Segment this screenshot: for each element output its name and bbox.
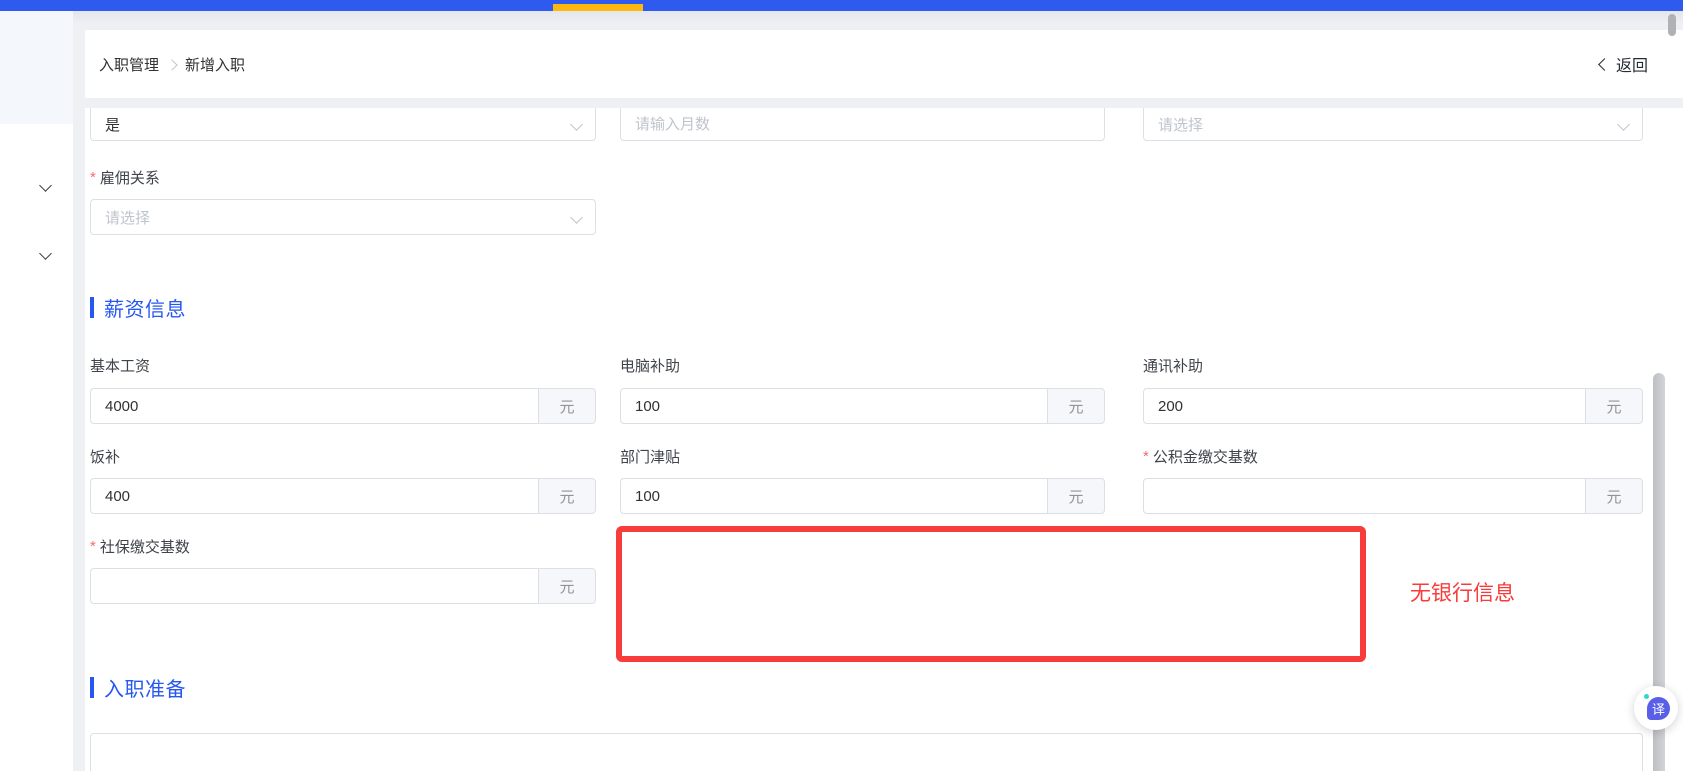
translate-glyph: 译	[1651, 702, 1665, 717]
months-input[interactable]	[620, 108, 1105, 141]
meal-subsidy-field: 元	[90, 478, 596, 514]
label-text: 通讯补助	[1143, 357, 1204, 375]
unit-addon: 元	[1585, 478, 1643, 514]
unit-addon: 元	[1047, 388, 1105, 424]
label-text: 基本工资	[90, 357, 151, 375]
housing-fund-base-label: * 公积金缴交基数	[1143, 446, 1258, 466]
select-placeholder: 请选择	[105, 209, 151, 227]
scrollbar-top-thumb[interactable]	[1668, 14, 1676, 36]
onboarding-prep-textarea[interactable]	[90, 733, 1643, 771]
translate-floating-button[interactable]: 译	[1634, 686, 1678, 730]
select-value: 是	[105, 116, 121, 134]
salary-section-title: 薪资信息	[104, 299, 186, 321]
breadcrumb-item-onboarding-management[interactable]: 入职管理	[99, 54, 159, 75]
salary-section-header: 薪资信息	[90, 293, 186, 322]
select-placeholder: 请选择	[1158, 116, 1204, 134]
breadcrumb-panel: 入职管理 新增入职 返回	[85, 30, 1683, 98]
onboarding-section-header: 入职准备	[90, 673, 186, 702]
unit-addon: 元	[538, 568, 596, 604]
department-allowance-field: 元	[620, 478, 1105, 514]
chevron-down-icon	[39, 247, 52, 260]
communication-subsidy-label: 通讯补助	[1143, 355, 1203, 375]
active-tab-indicator[interactable]	[553, 4, 643, 11]
employment-relation-label: * 雇佣关系	[90, 167, 160, 187]
base-salary-input[interactable]	[90, 388, 538, 424]
communication-subsidy-input[interactable]	[1143, 388, 1585, 424]
label-text: 电脑补助	[620, 357, 681, 375]
chevron-down-icon	[570, 210, 583, 224]
header-shadow-strip	[73, 11, 1683, 30]
section-accent-bar	[90, 677, 94, 698]
department-allowance-input[interactable]	[620, 478, 1047, 514]
required-marker: *	[90, 168, 96, 186]
employment-relation-select[interactable]: 请选择	[90, 199, 596, 235]
top-row-select-yes[interactable]: 是	[90, 108, 596, 141]
app-window: 入职管理 新增入职 返回 是 请选择 * 雇佣关系 请选择 薪资信息 基本工资	[0, 0, 1683, 771]
chevron-down-icon	[1617, 117, 1630, 131]
unit-addon: 元	[538, 388, 596, 424]
social-security-base-input[interactable]	[90, 568, 538, 604]
sidebar-top-block	[0, 11, 73, 124]
unit-addon: 元	[538, 478, 596, 514]
chevron-left-icon	[1598, 57, 1611, 71]
translate-icon: 译	[1647, 697, 1670, 720]
chevron-down-icon	[570, 117, 583, 131]
department-allowance-label: 部门津贴	[620, 446, 680, 466]
sidebar-expand-button-1[interactable]	[37, 177, 59, 199]
communication-subsidy-field: 元	[1143, 388, 1643, 424]
label-text: 饭补	[90, 448, 121, 466]
meal-subsidy-label: 饭补	[90, 446, 120, 466]
translate-dot-icon	[1644, 694, 1649, 699]
social-security-base-label: * 社保缴交基数	[90, 536, 190, 556]
top-row-select[interactable]: 请选择	[1143, 108, 1643, 141]
label-text: 雇佣关系	[99, 169, 160, 187]
social-security-base-field: 元	[90, 568, 596, 604]
breadcrumb-item-new-onboarding: 新增入职	[185, 57, 246, 74]
back-button-label: 返回	[1615, 58, 1648, 75]
base-salary-field: 元	[90, 388, 596, 424]
meal-subsidy-input[interactable]	[90, 478, 538, 514]
base-salary-label: 基本工资	[90, 355, 150, 375]
label-text: 社保缴交基数	[99, 538, 190, 556]
required-marker: *	[90, 537, 96, 555]
sidebar-expand-button-2[interactable]	[37, 245, 59, 267]
chevron-down-icon	[39, 179, 52, 192]
chevron-right-icon	[166, 59, 178, 71]
unit-addon: 元	[1585, 388, 1643, 424]
breadcrumb: 入职管理 新增入职	[99, 54, 245, 75]
sidebar	[0, 11, 73, 771]
housing-fund-base-field: 元	[1143, 478, 1643, 514]
annotation-note: 无银行信息	[1410, 582, 1515, 605]
label-text: 部门津贴	[620, 448, 681, 466]
housing-fund-base-input[interactable]	[1143, 478, 1585, 514]
onboarding-section-title: 入职准备	[104, 679, 186, 701]
section-accent-bar	[90, 297, 94, 318]
computer-subsidy-field: 元	[620, 388, 1105, 424]
label-text: 公积金缴交基数	[1152, 448, 1258, 466]
top-navigation-bar	[0, 0, 1683, 11]
annotation-red-rectangle	[616, 526, 1366, 662]
computer-subsidy-label: 电脑补助	[620, 355, 680, 375]
back-button[interactable]: 返回	[1598, 52, 1648, 76]
unit-addon: 元	[1047, 478, 1105, 514]
computer-subsidy-input[interactable]	[620, 388, 1047, 424]
required-marker: *	[1143, 447, 1149, 465]
